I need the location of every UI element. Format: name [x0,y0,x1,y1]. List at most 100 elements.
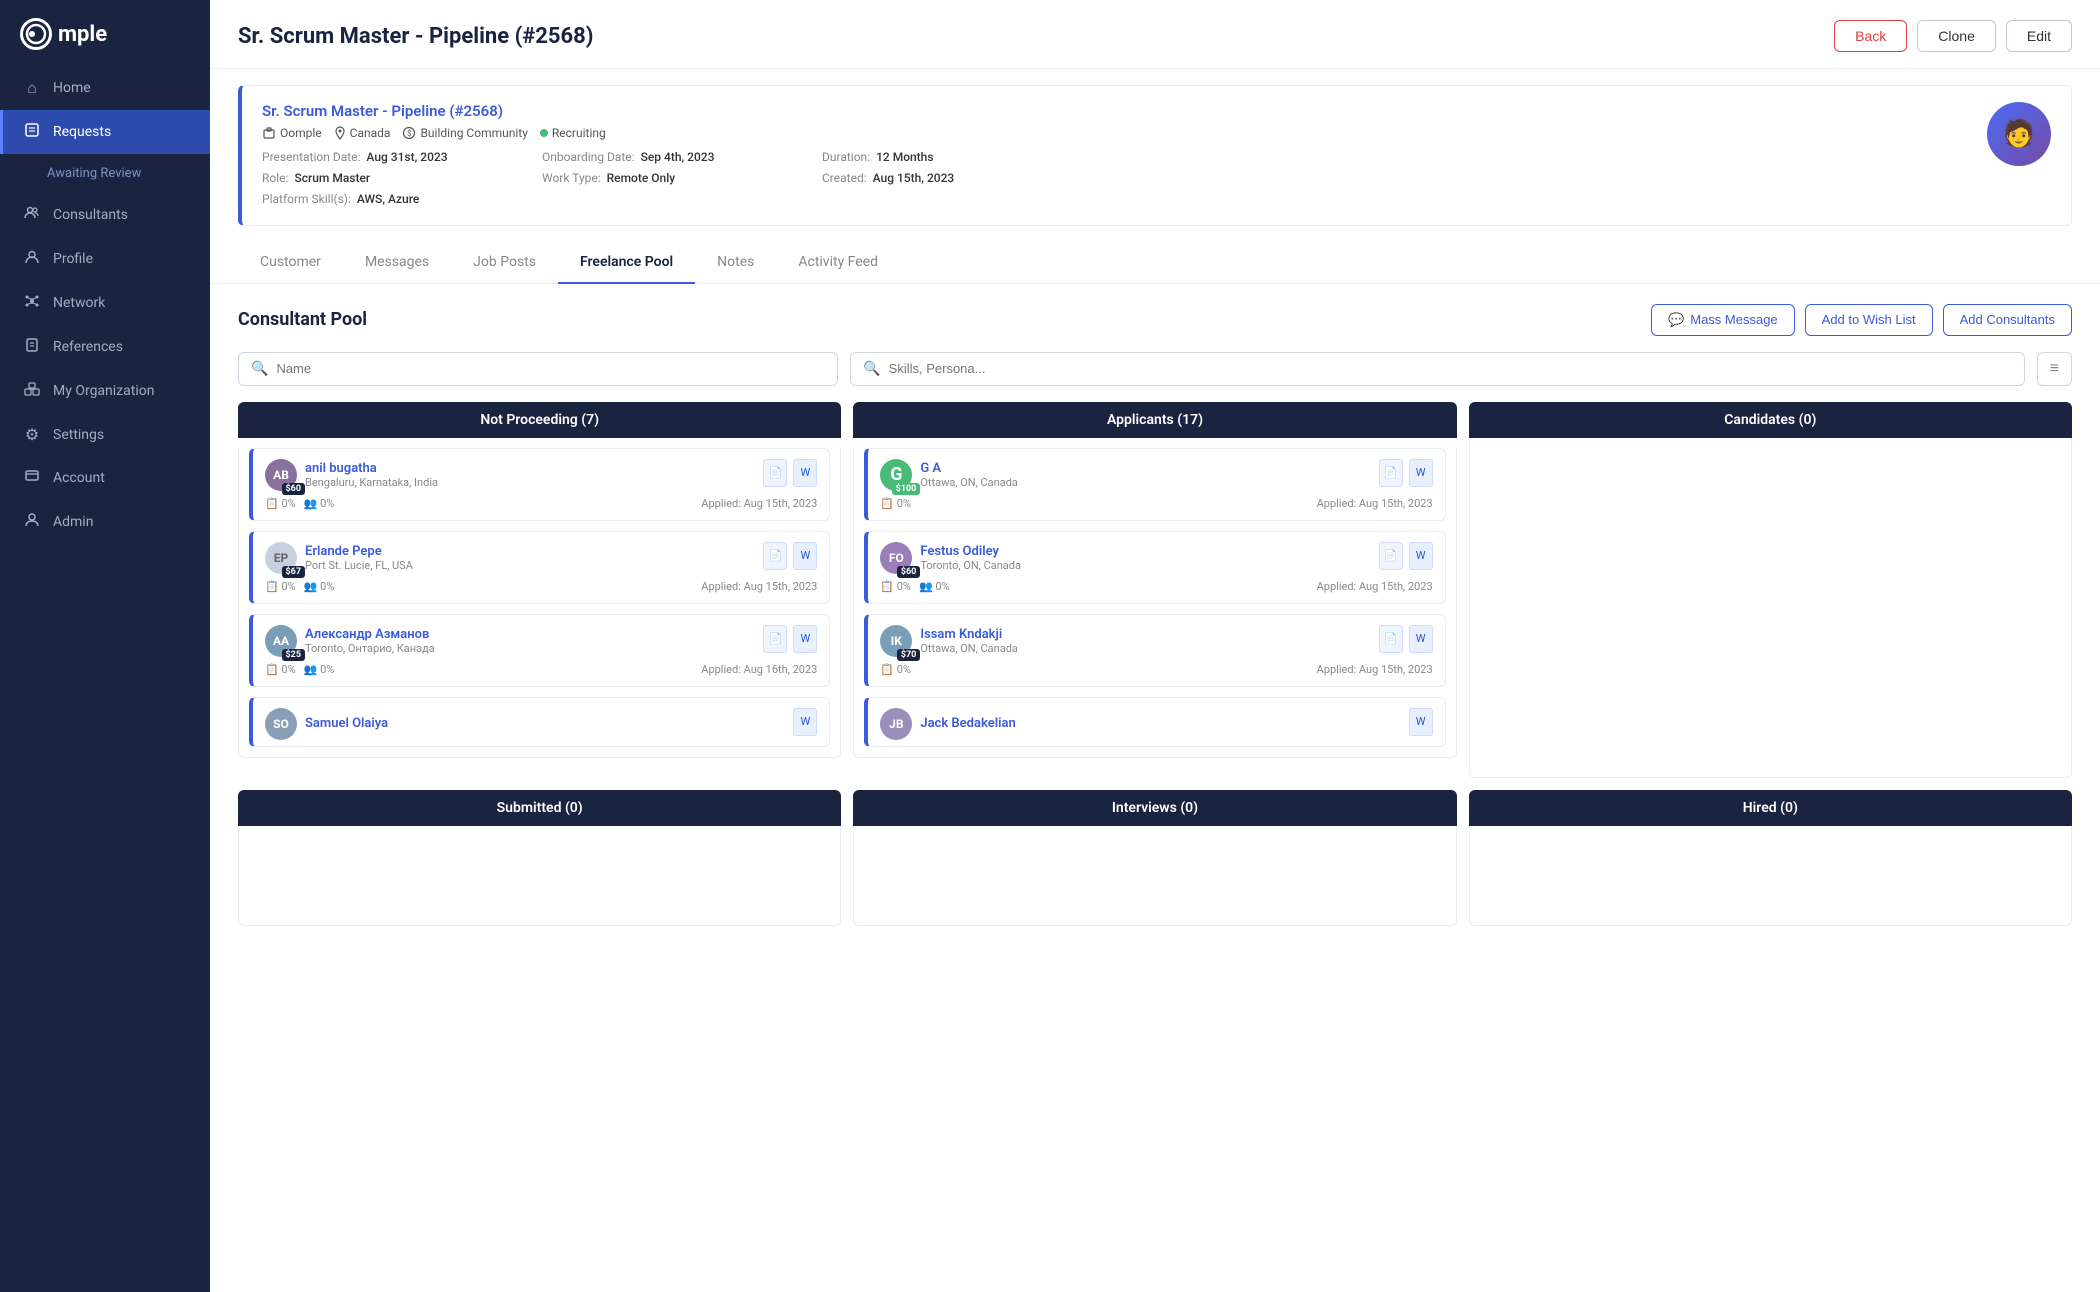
sidebar-item-account[interactable]: Account [0,456,210,500]
tab-job-posts[interactable]: Job Posts [451,242,558,284]
sidebar-item-my-organization[interactable]: My Organization [0,369,210,413]
consultant-card[interactable]: IK $70 Issam Kndakji Ottawa, ON, Canada … [864,614,1445,687]
pdf-icon[interactable]: 📄 [763,542,787,570]
consultant-card[interactable]: АА $25 Александр Азманов Toronto, Онтари… [249,614,830,687]
tab-messages[interactable]: Messages [343,242,451,284]
budget-tag: $ Building Community [402,126,527,140]
column-header-hired: Hired (0) [1469,790,2072,826]
match-stat: 📋 0% [880,497,911,510]
word-icon[interactable]: W [1409,542,1433,570]
applied-date: Applied: Aug 15th, 2023 [701,580,817,593]
column-body-candidates [1469,438,2072,778]
applied-date: Applied: Aug 15th, 2023 [1317,580,1433,593]
sidebar-item-awaiting-review[interactable]: Awaiting Review [0,154,210,193]
created-field: Created: Aug 15th, 2023 [822,171,1967,185]
word-icon[interactable]: W [793,459,817,487]
consultant-location: Toronto, ON, Canada [920,559,1021,572]
sidebar-item-admin[interactable]: Admin [0,500,210,544]
organization-icon [23,381,41,401]
word-icon[interactable]: W [1409,459,1433,487]
add-consultants-button[interactable]: Add Consultants [1943,304,2072,336]
pdf-icon[interactable]: 📄 [1379,459,1403,487]
match-stat: 📋 0% [880,663,911,676]
consultant-location: Toronto, Онтарио, Канада [305,642,435,655]
sidebar-item-network[interactable]: Network [0,281,210,325]
sidebar-item-references[interactable]: References [0,325,210,369]
price-badge: $60 [282,483,306,495]
clone-button[interactable]: Clone [1917,20,1996,52]
team-stat: 👥 0% [304,663,335,676]
pool-title: Consultant Pool [238,309,367,330]
sidebar-item-settings[interactable]: ⚙ Settings [0,413,210,456]
price-badge: $60 [897,566,921,578]
applied-date: Applied: Aug 15th, 2023 [1317,497,1433,510]
skills-search-icon: 🔍 [863,361,880,377]
sidebar-item-label: Admin [53,514,93,530]
requests-icon [23,122,41,142]
pool-header: Consultant Pool 💬 Mass Message Add to Wi… [238,304,2072,336]
consultant-card[interactable]: JB Jack Bedakelian W [864,697,1445,747]
consultant-card[interactable]: SO Samuel Olaiya W [249,697,830,747]
name-search-input[interactable] [276,361,825,376]
word-icon[interactable]: W [1409,708,1433,736]
sidebar-item-consultants[interactable]: Consultants [0,193,210,237]
match-stat: 📋 0% [265,580,296,593]
avatar: FO $60 [880,542,912,574]
pdf-icon[interactable]: 📄 [763,625,787,653]
pdf-icon[interactable]: 📄 [763,459,787,487]
pdf-icon[interactable]: 📄 [1379,542,1403,570]
pool-actions: 💬 Mass Message Add to Wish List Add Cons… [1651,304,2072,336]
info-card-content: Sr. Scrum Master - Pipeline (#2568) Oomp… [262,102,1967,209]
match-stat: 📋 0% [880,580,911,593]
price-badge: $25 [282,649,306,661]
filter-button[interactable]: ≡ [2037,352,2072,386]
header-actions: Back Clone Edit [1834,20,2072,52]
word-icon[interactable]: W [1409,625,1433,653]
tab-customer[interactable]: Customer [238,242,343,284]
consultant-card[interactable]: EP $67 Erlande Pepe Port St. Lucie, FL, … [249,531,830,604]
sidebar-item-profile[interactable]: Profile [0,237,210,281]
tab-freelance-pool[interactable]: Freelance Pool [558,242,695,284]
mass-message-button[interactable]: 💬 Mass Message [1651,304,1795,336]
app-logo: mple [0,0,210,66]
avatar: G $100 [880,459,912,491]
sidebar-item-label: Settings [53,427,104,443]
settings-icon: ⚙ [23,425,41,444]
network-icon [23,293,41,313]
consultant-card[interactable]: FO $60 Festus Odiley Toronto, ON, Canada… [864,531,1445,604]
add-to-wish-list-button[interactable]: Add to Wish List [1805,304,1933,336]
bottom-columns: Submitted (0) Interviews (0) Hired (0) [238,790,2072,926]
avatar: EP $67 [265,542,297,574]
tab-notes[interactable]: Notes [695,242,776,284]
avatar: IK $70 [880,625,912,657]
avatar: АА $25 [265,625,297,657]
sidebar-item-label: Profile [53,251,93,267]
account-icon [23,468,41,488]
consultant-location: Port St. Lucie, FL, USA [305,559,413,572]
profile-avatar: 🧑 [1987,102,2051,166]
building-icon [262,126,276,140]
column-header-submitted: Submitted (0) [238,790,841,826]
location-tag: Canada [334,126,391,140]
column-header-candidates: Candidates (0) [1469,402,2072,438]
consultant-card[interactable]: G $100 G A Ottawa, ON, Canada 📄 [864,448,1445,521]
sidebar-item-home[interactable]: ⌂ Home [0,66,210,110]
tab-activity-feed[interactable]: Activity Feed [776,242,900,284]
onboarding-date-field: Onboarding Date: Sep 4th, 2023 [542,150,822,164]
team-stat: 👥 0% [919,580,950,593]
main-content: Sr. Scrum Master - Pipeline (#2568) Back… [210,0,2100,1292]
back-button[interactable]: Back [1834,20,1907,52]
skills-search-input[interactable] [889,361,2012,376]
word-icon[interactable]: W [793,542,817,570]
location-icon [334,126,346,140]
consultant-name: anil bugatha [305,461,438,476]
skills-search-box: 🔍 [850,352,2024,386]
pdf-icon[interactable]: 📄 [1379,625,1403,653]
sidebar-item-label: My Organization [53,383,154,399]
edit-button[interactable]: Edit [2006,20,2072,52]
message-icon: 💬 [1668,312,1684,328]
word-icon[interactable]: W [793,708,817,736]
word-icon[interactable]: W [793,625,817,653]
sidebar-item-requests[interactable]: Requests [0,110,210,154]
consultant-card[interactable]: AB $60 anil bugatha Bengaluru, Karnataka… [249,448,830,521]
